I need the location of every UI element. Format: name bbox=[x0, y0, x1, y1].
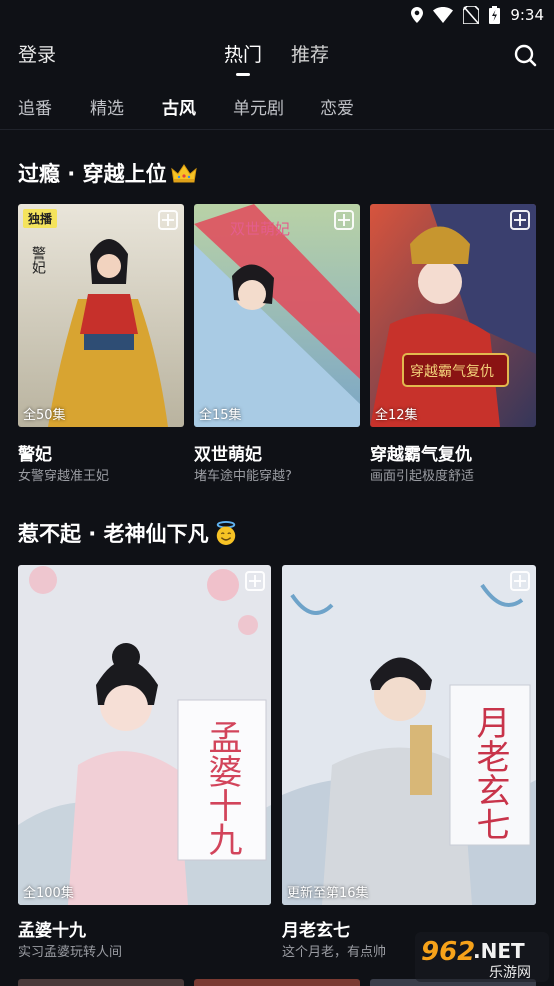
add-to-list-icon[interactable] bbox=[245, 571, 265, 591]
tab-recommend[interactable]: 推荐 bbox=[291, 40, 329, 67]
drama-subtitle: 画面引起极度舒适 bbox=[370, 469, 475, 484]
drama-title: 穿越霸气复仇 bbox=[370, 445, 472, 465]
poster-image: 月老玄七 bbox=[282, 565, 536, 905]
status-bar: 9:34 bbox=[0, 0, 554, 30]
halo-smile-emoji-icon bbox=[216, 521, 235, 545]
poster-calligraphy: 警妃 bbox=[30, 246, 46, 275]
login-button[interactable]: 登录 bbox=[18, 40, 56, 67]
poster-image: 孟婆十九 bbox=[18, 565, 271, 905]
episode-count: 全100集 bbox=[23, 886, 74, 901]
drama-poster[interactable]: 孟婆十九 全100集 bbox=[18, 565, 271, 905]
drama-poster[interactable]: 双世萌妃 全15集 bbox=[194, 204, 360, 427]
tab-hot[interactable]: 热门 bbox=[224, 40, 263, 76]
category-tab-chase[interactable]: 追番 bbox=[18, 94, 52, 119]
search-icon[interactable] bbox=[512, 42, 540, 70]
wifi-icon bbox=[433, 7, 454, 23]
add-to-list-icon[interactable] bbox=[510, 210, 530, 230]
section-title-time-travel: 过瘾 · 穿越上位 bbox=[18, 158, 198, 188]
episode-count: 全15集 bbox=[199, 408, 242, 423]
episode-count: 更新至第16集 bbox=[287, 886, 369, 901]
drama-subtitle: 实习孟婆玩转人间 bbox=[18, 945, 123, 960]
poster-calligraphy: 月老玄七 bbox=[470, 705, 510, 841]
drama-poster[interactable]: 穿越霸气复仇 全12集 bbox=[370, 204, 536, 427]
add-to-list-icon[interactable] bbox=[510, 571, 530, 591]
drama-title: 月老玄七 bbox=[282, 921, 350, 941]
drama-title: 孟婆十九 bbox=[18, 921, 86, 941]
poster-calligraphy: 双世萌妃 bbox=[230, 220, 290, 238]
add-to-list-icon[interactable] bbox=[158, 210, 178, 230]
category-tabs: 追番 精选 古风 单元剧 恋爱 bbox=[0, 80, 554, 130]
section-title-text: 过瘾 · 穿越上位 bbox=[18, 162, 167, 186]
drama-title: 警妃 bbox=[18, 445, 52, 465]
poster-peek bbox=[194, 979, 360, 986]
episode-count: 全12集 bbox=[375, 408, 418, 423]
svg-text:.NET: .NET bbox=[473, 939, 525, 963]
location-icon bbox=[411, 7, 424, 23]
drama-title: 双世萌妃 bbox=[194, 445, 262, 465]
section-title-immortals: 惹不起 · 老神仙下凡 bbox=[18, 518, 240, 548]
poster-calligraphy: 孟婆十九 bbox=[202, 720, 242, 856]
add-to-list-icon[interactable] bbox=[334, 210, 354, 230]
poster-image: 穿越霸气复仇 bbox=[370, 204, 536, 427]
section-title-text: 惹不起 · 老神仙下凡 bbox=[18, 522, 209, 546]
tab-active-indicator bbox=[236, 73, 250, 76]
poster-calligraphy: 穿越霸气复仇 bbox=[410, 363, 494, 380]
battery-charging-icon bbox=[489, 6, 501, 24]
crown-emoji-icon bbox=[170, 164, 197, 183]
top-nav: 登录 热门 推荐 bbox=[0, 30, 554, 78]
category-tab-featured[interactable]: 精选 bbox=[90, 94, 124, 119]
no-sim-icon bbox=[463, 6, 480, 24]
svg-text:962: 962 bbox=[421, 937, 475, 967]
category-tab-romance[interactable]: 恋爱 bbox=[320, 94, 354, 119]
drama-subtitle: 堵车途中能穿越? bbox=[194, 469, 292, 484]
category-tab-anthology[interactable]: 单元剧 bbox=[233, 94, 284, 119]
svg-text:乐游网: 乐游网 bbox=[489, 965, 531, 981]
drama-poster[interactable]: 月老玄七 更新至第16集 bbox=[282, 565, 536, 905]
episode-count: 全50集 bbox=[23, 408, 66, 423]
poster-peek bbox=[18, 979, 184, 986]
drama-subtitle: 这个月老，有点帅 bbox=[282, 945, 387, 960]
status-time: 9:34 bbox=[510, 6, 544, 24]
drama-subtitle: 女警穿越准王妃 bbox=[18, 469, 110, 484]
tab-hot-label: 热门 bbox=[224, 44, 263, 66]
category-tab-ancient-style-label: 古风 bbox=[162, 99, 196, 119]
poster-image: 警妃 bbox=[18, 204, 184, 427]
exclusive-badge: 独播 bbox=[23, 209, 58, 228]
category-tab-ancient-style[interactable]: 古风 bbox=[161, 94, 197, 119]
drama-poster[interactable]: 警妃 独播 全50集 bbox=[18, 204, 184, 427]
poster-image: 双世萌妃 bbox=[194, 204, 360, 427]
watermark-logo: 962 .NET 乐游网 bbox=[415, 932, 549, 982]
